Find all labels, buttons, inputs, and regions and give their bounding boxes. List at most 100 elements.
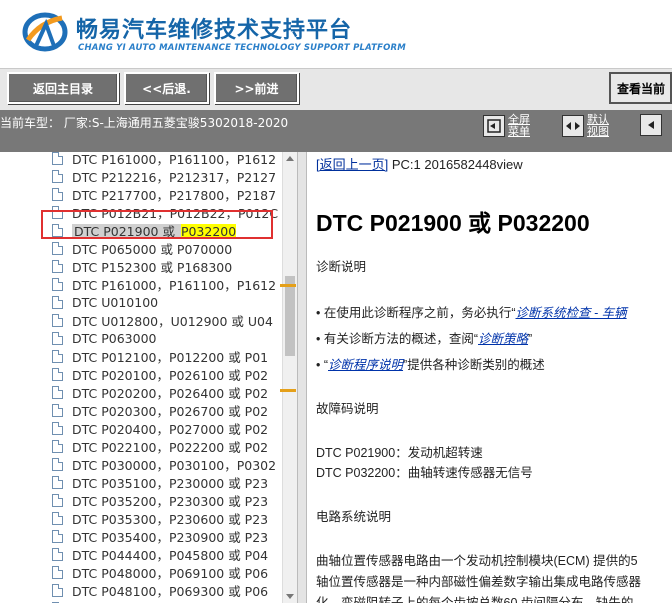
- document-icon: [52, 277, 63, 291]
- tree-item[interactable]: DTC P044400，P045800 或 P04: [52, 545, 268, 563]
- split-view-icon: [562, 115, 584, 137]
- document-icon: [52, 493, 63, 507]
- tree-item[interactable]: DTC P152300 或 P168300: [52, 257, 232, 275]
- document-icon: [52, 403, 63, 417]
- document-icon: [52, 457, 63, 471]
- tree-item[interactable]: DTC P020300，P026700 或 P02: [52, 401, 268, 419]
- section-heading-circuit: 电路系统说明: [316, 510, 392, 524]
- platform-subtitle: CHANG YI AUTO MAINTENANCE TECHNOLOGY SUP…: [78, 43, 406, 53]
- tree-item-label: DTC P035100，P230000 或 P23: [72, 475, 269, 491]
- tree-item[interactable]: DTC P065000 或 P070000: [52, 239, 232, 257]
- tree-item[interactable]: DTC U010100: [52, 293, 158, 311]
- tree-item-label: DTC P022100，P022200 或 P02: [72, 439, 269, 455]
- bullet-diag-strategy: • 有关诊断方法的概述，查阅“诊断策略”: [316, 332, 533, 346]
- tree-item[interactable]: DTC P030000，P030100，P0302: [52, 455, 276, 473]
- tree-item-label: DTC P161000，P161100，P1612: [72, 277, 277, 293]
- document-icon: [52, 169, 63, 183]
- scroll-up-icon[interactable]: [286, 156, 294, 161]
- circuit-text-line: 化。变磁阻转子上的每个齿按总数60 齿间隔分布，缺失的: [316, 596, 634, 603]
- diag-procedure-link[interactable]: 诊断程序说明: [328, 358, 403, 372]
- default-view-button[interactable]: 默认 视图: [562, 114, 609, 138]
- tree-item-label: DTC P212216，P212317，P2127: [72, 169, 277, 185]
- header: 畅易汽车维修技术支持平台 CHANG YI AUTO MAINTENANCE T…: [0, 0, 672, 68]
- document-icon: [52, 511, 63, 525]
- document-icon: [52, 349, 63, 363]
- scroll-marker: [280, 284, 296, 287]
- platform-title: 畅易汽车维修技术支持平台: [76, 18, 353, 43]
- tree-item[interactable]: DTC P035100，P230000 或 P23: [52, 473, 268, 491]
- dtc-description-2: DTC P032200：曲轴转速传感器无信号: [316, 466, 533, 480]
- document-icon: [52, 295, 63, 309]
- tree-item-label: DTC P035400，P230900 或 P23: [72, 529, 269, 545]
- tree-item-label: DTC P020100，P026100 或 P02: [72, 367, 269, 383]
- document-icon: [52, 439, 63, 453]
- tree-item-label: DTC P048000，P069100 或 P06: [72, 565, 269, 581]
- tree-item-label: DTC P030000，P030100，P0302: [72, 457, 277, 473]
- document-icon: [52, 529, 63, 543]
- tree-item-label: DTC P012100，P012200 或 P01: [72, 349, 269, 365]
- document-icon: [52, 241, 63, 255]
- tree-item[interactable]: DTC P053700 或 P053800: [52, 599, 232, 603]
- tree-item[interactable]: DTC P020100，P026100 或 P02: [52, 365, 268, 383]
- document-icon: [52, 152, 63, 165]
- dtc-description-1: DTC P021900：发动机超转速: [316, 446, 483, 460]
- breadcrumb: [返回上一页] PC:1 2016582448view: [316, 154, 523, 173]
- document-icon: [52, 313, 63, 327]
- tree-item-label: DTC P044400，P045800 或 P04: [72, 547, 269, 563]
- tree-item-label: DTC P035200，P230300 或 P23: [72, 493, 269, 509]
- back-button[interactable]: <<后退.: [124, 72, 209, 104]
- car-info-bar: 当前车型： 厂家:S-上海通用五菱宝骏5302018-2020 全屏 菜单 默认…: [0, 110, 672, 152]
- view-current-button[interactable]: 查看当前: [609, 72, 672, 104]
- tree-item-label: DTC U010100: [72, 294, 159, 310]
- diag-strategy-link[interactable]: 诊断策略: [478, 332, 528, 346]
- section-heading-diagnostic: 诊断说明: [316, 260, 367, 274]
- tree-item-label: DTC P053700 或 P053800: [72, 599, 232, 603]
- bullet-diag-check: • 在使用此诊断程序之前，务必执行“诊断系统检查 - 车辆: [316, 306, 627, 320]
- tree-scrollbar[interactable]: [282, 152, 297, 603]
- pc-info: PC:1 2016582448view: [388, 157, 523, 172]
- section-heading-dtc: 故障码说明: [316, 402, 379, 416]
- tree-item[interactable]: DTC U012800，U012900 或 U04: [52, 311, 273, 329]
- panel-splitter[interactable]: [297, 152, 307, 603]
- document-icon: [52, 385, 63, 399]
- tree-item[interactable]: DTC P217700，P217800，P2187: [52, 185, 276, 203]
- back-page-link[interactable]: [返回上一页]: [316, 157, 388, 172]
- document-icon: [52, 331, 63, 345]
- scroll-down-icon[interactable]: [286, 594, 294, 599]
- tree-item[interactable]: DTC P035200，P230300 或 P23: [52, 491, 268, 509]
- current-car-model: 当前车型： 厂家:S-上海通用五菱宝骏5302018-2020: [0, 116, 289, 130]
- tree-item-label: DTC P035300，P230600 或 P23: [72, 511, 269, 527]
- document-icon: [52, 367, 63, 381]
- diag-system-check-link[interactable]: 诊断系统检查 - 车辆: [516, 306, 627, 320]
- fullscreen-menu-button[interactable]: 全屏 菜单: [483, 114, 530, 138]
- tree-item[interactable]: DTC P035400，P230900 或 P23: [52, 527, 268, 545]
- tree-item[interactable]: DTC P048000，P069100 或 P06: [52, 563, 268, 581]
- tree-item-label: DTC P217700，P217800，P2187: [72, 187, 277, 203]
- tree-item-label: DTC P152300 或 P168300: [72, 259, 233, 275]
- tree-item[interactable]: DTC P035300，P230600 或 P23: [52, 509, 268, 527]
- bullet-diag-procedure: • “诊断程序说明”提供各种诊断类别的概述: [316, 358, 545, 372]
- home-button[interactable]: 返回主目录: [7, 72, 119, 104]
- panel-toggle-icon: [640, 114, 662, 136]
- forward-button[interactable]: >>前进: [214, 72, 299, 104]
- tree-item[interactable]: DTC P063000: [52, 329, 157, 347]
- tree-item[interactable]: DTC P161000，P161100，P1612: [52, 275, 276, 293]
- fullscreen-icon: [483, 115, 505, 137]
- scroll-thumb[interactable]: [285, 276, 295, 356]
- panel-toggle-button[interactable]: [640, 114, 662, 136]
- tree-item[interactable]: DTC P048100，P069300 或 P06: [52, 581, 268, 599]
- tree-item[interactable]: DTC P020400，P027000 或 P02: [52, 419, 268, 437]
- tree-item[interactable]: DTC P212216，P212317，P2127: [52, 167, 276, 185]
- document-icon: [52, 421, 63, 435]
- tree-item-label: DTC P048100，P069300 或 P06: [72, 583, 269, 599]
- tree-item-label: DTC P020300，P026700 或 P02: [72, 403, 269, 419]
- tree-item-label: DTC P161000，P161100，P1612: [72, 152, 277, 167]
- tree-item[interactable]: DTC P012100，P012200 或 P01: [52, 347, 268, 365]
- page-title: DTC P021900 或 P032200: [316, 210, 590, 236]
- tree-item[interactable]: DTC P161000，P161100，P1612: [52, 152, 276, 167]
- tree-item[interactable]: DTC P022100，P022200 或 P02: [52, 437, 268, 455]
- tree-item[interactable]: DTC P020200，P026400 或 P02: [52, 383, 268, 401]
- scroll-marker: [280, 389, 296, 392]
- chang-yi-logo: [22, 12, 68, 52]
- default-label-2: 视图: [587, 125, 609, 138]
